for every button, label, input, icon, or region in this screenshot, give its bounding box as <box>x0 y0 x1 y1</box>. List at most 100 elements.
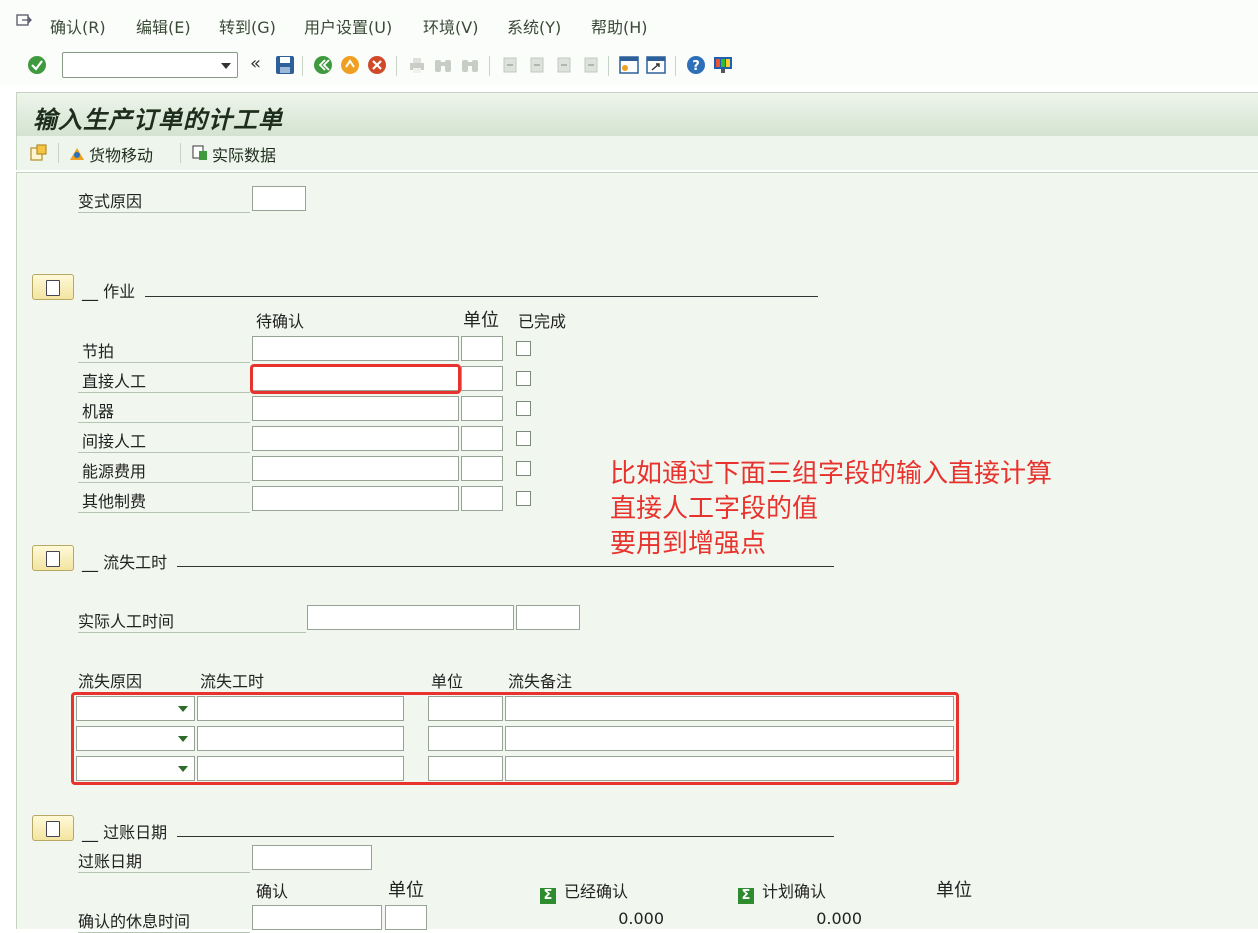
activity-label: 其他制费 <box>78 488 250 513</box>
svg-text:?: ? <box>692 59 700 74</box>
planned-value: 0.000 <box>816 909 862 928</box>
col-unit-header: 单位 <box>431 672 464 691</box>
annotation-line: 直接人工字段的值 <box>610 494 819 524</box>
activity-unit-input[interactable] <box>461 366 503 391</box>
direct-labor-highlight <box>250 364 461 394</box>
sum-icon[interactable]: Σ <box>738 888 754 904</box>
activity-done-checkbox[interactable] <box>516 371 531 386</box>
menu-goto[interactable]: 转到(G) <box>219 14 276 38</box>
activity-label: 节拍 <box>78 338 250 363</box>
col-planned-header[interactable]: Σ 计划确认 <box>738 878 826 904</box>
posting-date-label: 过账日期 <box>78 848 250 873</box>
col-unit-header: 单位 <box>463 310 499 331</box>
break-time-unit-input[interactable] <box>385 905 427 930</box>
lost-time-highlight <box>71 692 959 785</box>
menu-bar: 确认(R) 编辑(E) 转到(G) 用户设置(U) 环境(V) 系统(Y) 帮助… <box>0 0 1258 49</box>
collapse-icon[interactable]: « <box>250 53 261 74</box>
application-toolbar: 货物移动 实际数据 <box>16 136 1258 170</box>
activity-unit-input[interactable] <box>461 486 503 511</box>
break-time-input[interactable] <box>252 905 382 930</box>
break-time-label: 确认的休息时间 <box>78 908 250 933</box>
back-icon[interactable] <box>313 55 333 75</box>
activity-done-checkbox[interactable] <box>516 431 531 446</box>
col-done-header: 已完成 <box>518 312 567 331</box>
title-bar: 输入生产订单的计工单 <box>16 92 1258 137</box>
help-icon[interactable]: ? <box>686 55 706 75</box>
save-icon[interactable] <box>275 55 295 75</box>
new-session-icon[interactable] <box>619 55 639 75</box>
activity-pending-input[interactable] <box>252 426 459 451</box>
goods-movement-button[interactable]: 货物移动 <box>89 142 153 166</box>
activity-done-checkbox[interactable] <box>516 341 531 356</box>
goods-movement-icon[interactable] <box>68 144 86 162</box>
lost-time-toggle-button[interactable] <box>32 545 74 571</box>
menu-environment[interactable]: 环境(V) <box>423 14 478 38</box>
activity-unit-input[interactable] <box>461 396 503 421</box>
activity-label: 直接人工 <box>78 368 250 393</box>
variance-label: 变式原因 <box>78 188 250 213</box>
dropdown-icon[interactable] <box>221 63 231 69</box>
activity-done-checkbox[interactable] <box>516 401 531 416</box>
sum-icon[interactable]: Σ <box>540 888 556 904</box>
layout-icon[interactable] <box>713 55 733 75</box>
activities-toggle-button[interactable] <box>32 274 74 300</box>
first-page-icon <box>500 55 520 75</box>
activity-done-checkbox[interactable] <box>516 491 531 506</box>
page-title: 输入生产订单的计工单 <box>33 105 283 134</box>
activity-done-checkbox[interactable] <box>516 461 531 476</box>
col-note-header: 流失备注 <box>508 672 573 691</box>
col-reason-header: 流失原因 <box>78 672 143 691</box>
actual-labor-time-input[interactable] <box>307 605 514 630</box>
col-confirmed-header[interactable]: Σ 已经确认 <box>540 878 628 904</box>
activities-section-title: __ 作业 <box>82 282 136 301</box>
col-confirm-header: 确认 <box>256 882 289 901</box>
find-icon <box>433 55 453 75</box>
lost-time-section-title: __ 流失工时 <box>82 553 168 572</box>
menu-user-settings[interactable]: 用户设置(U) <box>304 14 392 38</box>
command-field[interactable] <box>62 52 238 78</box>
shortcut-icon[interactable] <box>646 55 666 75</box>
menu-icon[interactable] <box>16 14 32 28</box>
posting-section-title: __ 过账日期 <box>82 823 168 842</box>
find-next-icon <box>460 55 480 75</box>
activity-unit-input[interactable] <box>461 426 503 451</box>
activity-unit-input[interactable] <box>461 456 503 481</box>
activity-unit-input[interactable] <box>461 336 503 361</box>
cancel-icon[interactable] <box>367 55 387 75</box>
activity-label: 能源费用 <box>78 458 250 483</box>
menu-edit[interactable]: 编辑(E) <box>136 14 191 38</box>
posting-date-input[interactable] <box>252 845 372 870</box>
col-pending-header: 待确认 <box>256 312 305 331</box>
section-divider <box>177 836 834 837</box>
activity-label: 机器 <box>78 398 250 423</box>
annotation-line: 比如通过下面三组字段的输入直接计算 <box>610 459 1053 489</box>
col-hours-header: 流失工时 <box>200 672 265 691</box>
section-divider <box>177 566 834 567</box>
activity-pending-input[interactable] <box>252 336 459 361</box>
exit-icon[interactable] <box>340 55 360 75</box>
confirmed-value: 0.000 <box>618 909 664 928</box>
activity-pending-input[interactable] <box>252 396 459 421</box>
variance-input[interactable] <box>252 186 306 211</box>
actual-labor-time-unit-input[interactable] <box>516 605 580 630</box>
clipboard-icon[interactable] <box>29 144 47 162</box>
actual-data-icon[interactable] <box>191 144 209 162</box>
menu-system[interactable]: 系统(Y) <box>507 14 561 38</box>
previous-page-icon <box>527 55 547 75</box>
menu-help[interactable]: 帮助(H) <box>591 14 648 38</box>
last-page-icon <box>581 55 601 75</box>
enter-icon[interactable] <box>27 55 47 75</box>
annotation-line: 要用到增强点 <box>610 529 767 559</box>
posting-toggle-button[interactable] <box>32 815 74 841</box>
section-divider <box>145 296 818 297</box>
activity-pending-input[interactable] <box>252 456 459 481</box>
standard-toolbar: « ? <box>0 48 1258 86</box>
activity-pending-input[interactable] <box>252 486 459 511</box>
col-unit-header: 单位 <box>388 880 424 901</box>
print-icon <box>407 55 427 75</box>
col-unit2-header: 单位 <box>936 880 972 901</box>
actual-labor-time-label: 实际人工时间 <box>78 608 306 633</box>
menu-confirm[interactable]: 确认(R) <box>50 14 106 38</box>
actual-data-button[interactable]: 实际数据 <box>212 142 276 166</box>
next-page-icon <box>554 55 574 75</box>
